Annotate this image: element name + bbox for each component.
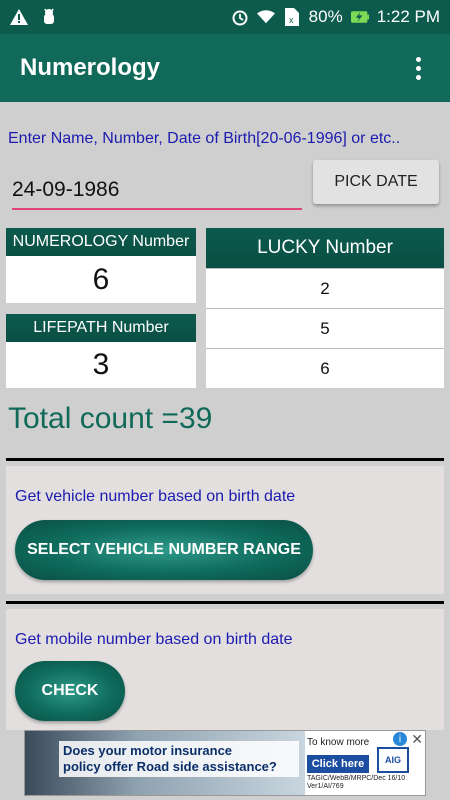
ad-side-panel: To know more Click here AIG TAGIC/WebB/M… xyxy=(307,735,425,793)
input-hint-label: Enter Name, Number, Date of Birth[20-06-… xyxy=(8,130,401,147)
lucky-label: LUCKY Number xyxy=(206,228,444,268)
overflow-menu-icon[interactable] xyxy=(406,48,430,88)
pick-date-button[interactable]: PICK DATE xyxy=(313,160,439,204)
lucky-number-row: 5 xyxy=(206,308,444,348)
numerology-card: NUMEROLOGY Number 6 xyxy=(6,228,196,303)
ad-fine-print: TAGIC/WebB/MRPC/Dec 16/10 Ver1/AI/769 xyxy=(307,775,406,790)
warning-icon xyxy=(10,8,28,26)
lucky-number-row: 6 xyxy=(206,348,444,388)
ad-copy-line-1: Does your motor insurance xyxy=(63,743,233,758)
ad-close-icon[interactable]: ✕ xyxy=(411,731,423,748)
wifi-icon xyxy=(256,8,275,26)
birthdate-input[interactable] xyxy=(12,172,302,210)
divider xyxy=(6,458,444,461)
vehicle-panel: Get vehicle number based on birth date S… xyxy=(6,466,444,594)
lifepath-card: LIFEPATH Number 3 xyxy=(6,314,196,388)
vehicle-panel-text: Get vehicle number based on birth date xyxy=(15,488,296,505)
app-bar: Numerology xyxy=(0,34,450,102)
ad-copy: Does your motor insurance policy offer R… xyxy=(59,741,299,777)
lucky-card: LUCKY Number 2 5 6 xyxy=(206,228,444,388)
ad-brand-logo: AIG xyxy=(377,747,409,773)
total-count: Total count =39 xyxy=(8,402,213,435)
ad-banner[interactable]: Does your motor insurance policy offer R… xyxy=(24,730,426,796)
ad-click-here-button[interactable]: Click here xyxy=(307,755,369,773)
lucky-number-row: 2 xyxy=(206,268,444,308)
android-debug-icon xyxy=(40,8,58,26)
numerology-value: 6 xyxy=(92,262,110,296)
sim-no-data-icon: x xyxy=(283,8,301,26)
svg-text:x: x xyxy=(289,15,294,25)
battery-percent: 80% xyxy=(308,7,343,26)
ad-info-icon[interactable]: i xyxy=(393,732,407,746)
battery-charging-icon xyxy=(350,8,369,26)
alarm-icon xyxy=(231,8,249,26)
mobile-panel-text: Get mobile number based on birth date xyxy=(15,631,293,648)
lifepath-value: 3 xyxy=(92,348,110,381)
divider xyxy=(6,601,444,604)
app-title: Numerology xyxy=(20,54,161,81)
numerology-label: NUMEROLOGY Number xyxy=(6,228,196,256)
status-bar: x 80% 1:22 PM xyxy=(0,0,450,34)
clock: 1:22 PM xyxy=(376,7,440,26)
ad-to-know-more: To know more xyxy=(307,737,370,748)
ad-copy-line-2: policy offer Road side assistance? xyxy=(63,759,277,774)
lifepath-label: LIFEPATH Number xyxy=(6,314,196,342)
mobile-panel: Get mobile number based on birth date CH… xyxy=(6,609,444,730)
select-vehicle-number-range-button[interactable]: SELECT VEHICLE NUMBER RANGE xyxy=(15,520,313,580)
check-button[interactable]: CHECK xyxy=(15,661,125,721)
